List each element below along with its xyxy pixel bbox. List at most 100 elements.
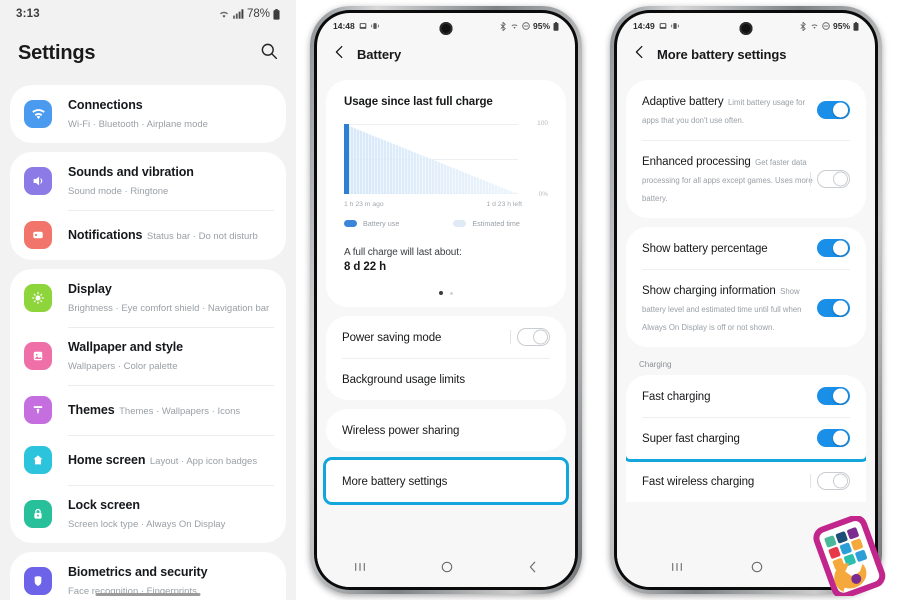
row-label: Background usage limits <box>342 374 465 386</box>
sidebar-item-label: Display <box>68 282 112 296</box>
page-dot-active[interactable] <box>439 291 443 295</box>
status-icons: 78% <box>218 8 280 20</box>
row-label: Wireless power sharing <box>342 425 460 437</box>
row-label: Show charging information <box>642 285 776 297</box>
speaker-icon <box>24 167 52 195</box>
sidebar-item-notifications[interactable]: Notifications Status bar · Do not distur… <box>10 210 286 260</box>
enhanced-processing-toggle[interactable] <box>810 170 850 188</box>
sidebar-item-label: Connections <box>68 98 143 112</box>
wifi-icon <box>511 24 518 29</box>
page-title: Battery <box>357 47 402 62</box>
row-more-battery-settings[interactable]: More battery settings <box>326 460 566 502</box>
back-arrow-icon[interactable] <box>634 45 645 64</box>
legend-swatch <box>453 220 467 227</box>
chart-legend: Battery use Estimated time <box>344 219 548 228</box>
vibrate-icon <box>671 23 679 29</box>
sidebar-item-display[interactable]: Display Brightness · Eye comfort shield … <box>10 269 286 327</box>
row-fast-wireless-charging[interactable]: Fast wireless charging <box>626 459 866 502</box>
power-card: Power saving mode Background usage limit… <box>326 316 566 400</box>
dnd-icon <box>522 22 530 30</box>
lock-icon <box>24 500 52 528</box>
sidebar-item-label: Home screen <box>68 453 146 467</box>
x-label-start: 1 h 23 m ago <box>344 201 384 208</box>
legend-swatch <box>344 220 357 227</box>
row-fast-charging[interactable]: Fast charging <box>626 375 866 417</box>
back-icon[interactable] <box>527 560 539 574</box>
row-background-usage-limits[interactable]: Background usage limits <box>326 358 566 400</box>
settings-group: Connections Wi-Fi · Bluetooth · Airplane… <box>10 85 286 143</box>
app-bar: Battery <box>317 39 575 80</box>
settings-group: Display Brightness · Eye comfort shield … <box>10 269 286 543</box>
sidebar-item-label: Themes <box>68 403 115 417</box>
page-dot[interactable] <box>450 291 453 295</box>
y-axis-bottom-label: 0% <box>538 191 548 198</box>
home-indicator <box>95 593 201 596</box>
row-show-charging-information[interactable]: Show charging information Show battery l… <box>626 269 866 347</box>
y-axis-top-label: 100 <box>537 120 548 127</box>
row-super-fast-charging[interactable]: Super fast charging <box>626 417 866 459</box>
status-time: 14:49 <box>633 21 655 31</box>
phone-screen: 14:48 95% Battery Usage since last full … <box>317 13 575 587</box>
sidebar-item-label: Sounds and vibration <box>68 165 194 179</box>
sidebar-item-sub: Screen lock type · Always On Display <box>68 519 226 530</box>
status-time: 3:13 <box>16 8 40 20</box>
home-icon <box>24 446 52 474</box>
status-bar: 3:13 78% <box>0 0 296 28</box>
sidebar-item-wallpaper-and-style[interactable]: Wallpaper and style Wallpapers · Color p… <box>10 327 286 385</box>
sidebar-item-label: Notifications <box>68 228 143 242</box>
full-charge-estimate: A full charge will last about: 8 d 22 h <box>344 247 548 273</box>
page-title: More battery settings <box>657 47 787 62</box>
sidebar-item-label: Wallpaper and style <box>68 340 184 354</box>
row-label: Show battery percentage <box>642 243 768 255</box>
back-arrow-icon[interactable] <box>334 45 345 64</box>
phone-frame: 14:49 95% More battery settings Adaptive… <box>610 6 882 594</box>
sidebar-item-sounds-and-vibration[interactable]: Sounds and vibration Sound mode · Ringto… <box>10 152 286 210</box>
wifi-icon <box>24 100 52 128</box>
battery-optimization-card: Adaptive battery Limit battery usage for… <box>626 80 866 218</box>
row-label: Fast charging <box>642 391 711 403</box>
legend-label: Battery use <box>363 219 400 228</box>
full-charge-label: A full charge will last about: <box>344 247 462 258</box>
usage-title: Usage since last full charge <box>344 96 493 108</box>
app-bar: More battery settings <box>617 39 875 80</box>
status-battery-percent: 95% <box>832 21 850 31</box>
recents-icon[interactable] <box>670 561 684 573</box>
page-title: Settings <box>18 42 96 64</box>
vibrate-icon <box>371 23 379 29</box>
recents-icon[interactable] <box>353 561 367 573</box>
sidebar-item-home-screen[interactable]: Home screen Layout · App icon badges <box>10 435 286 485</box>
search-icon[interactable] <box>260 42 278 65</box>
page-indicator[interactable] <box>344 291 548 295</box>
sidebar-item-sub: Wallpapers · Color palette <box>68 361 178 372</box>
battery-use-bar <box>344 124 349 194</box>
battery-usage-card: Usage since last full charge 100 0% 1 h … <box>326 80 566 307</box>
section-header-charging: Charging <box>639 360 672 369</box>
row-label: Fast wireless charging <box>642 476 755 488</box>
row-enhanced-processing[interactable]: Enhanced processing Get faster data proc… <box>626 140 866 218</box>
fast-wireless-charging-toggle[interactable] <box>810 472 850 490</box>
power-saving-mode-toggle[interactable] <box>510 328 550 346</box>
row-adaptive-battery[interactable]: Adaptive battery Limit battery usage for… <box>626 80 866 140</box>
home-icon[interactable] <box>750 560 764 574</box>
battery-usage-chart: 100 0% <box>344 120 548 198</box>
system-navigation-bar <box>317 547 575 587</box>
status-icons: 95% <box>499 21 559 31</box>
panel-more-battery-settings: 14:49 95% More battery settings Adaptive… <box>596 0 896 600</box>
sidebar-item-themes[interactable]: Themes Themes · Wallpapers · Icons <box>10 385 286 435</box>
super-fast-charging-toggle[interactable] <box>817 429 850 447</box>
adaptive-battery-toggle[interactable] <box>817 101 850 119</box>
sidebar-item-sub: Brightness · Eye comfort shield · Naviga… <box>68 303 270 314</box>
home-icon[interactable] <box>440 560 454 574</box>
sidebar-item-lock-screen[interactable]: Lock screen Screen lock type · Always On… <box>10 485 286 543</box>
show-battery-percentage-toggle[interactable] <box>817 239 850 257</box>
row-show-battery-percentage[interactable]: Show battery percentage <box>626 227 866 269</box>
sidebar-item-connections[interactable]: Connections Wi-Fi · Bluetooth · Airplane… <box>10 85 286 143</box>
row-power-saving-mode[interactable]: Power saving mode <box>326 316 566 358</box>
show-charging-information-toggle[interactable] <box>817 299 850 317</box>
sidebar-item-label: Biometrics and security <box>68 565 208 579</box>
row-wireless-power-sharing[interactable]: Wireless power sharing <box>326 409 566 451</box>
sidebar-item-sub: Status bar · Do not disturb <box>146 231 258 242</box>
sidebar-item-sub: Themes · Wallpapers · Icons <box>119 406 241 417</box>
wifi-icon <box>811 24 818 29</box>
fast-charging-toggle[interactable] <box>817 387 850 405</box>
